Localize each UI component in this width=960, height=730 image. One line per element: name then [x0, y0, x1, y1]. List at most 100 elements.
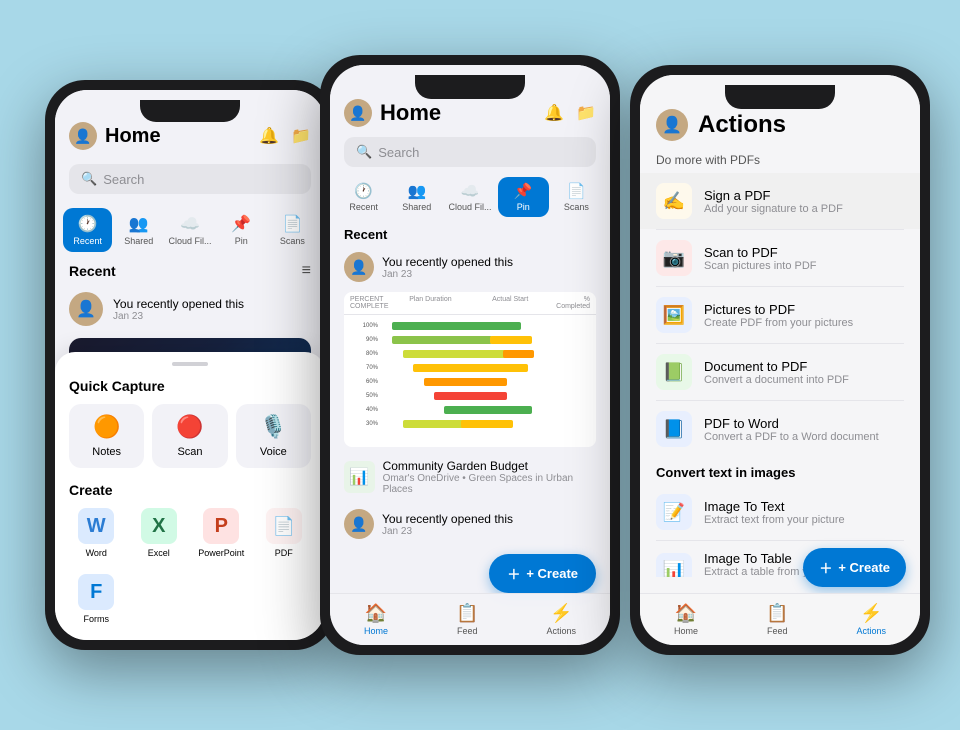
rp-create-plus: ＋: [819, 558, 832, 577]
create-pdf[interactable]: 📄 PDF: [257, 508, 312, 558]
recent-section-header: Recent ≡: [55, 256, 325, 284]
pdf-icon-box: 📄: [266, 508, 302, 544]
mid-folder-icon[interactable]: 📁: [576, 103, 596, 123]
rp-nav-feed[interactable]: 📋 Feed: [754, 599, 800, 640]
gantt-bar-8: [403, 420, 465, 428]
rp-sign-pdf[interactable]: ✍️ Sign a PDF Add your signature to a PD…: [640, 173, 920, 229]
mid-tab-recent[interactable]: 🕐 Recent: [338, 177, 389, 217]
folder-icon[interactable]: 📁: [291, 126, 311, 146]
create-forms[interactable]: F Forms: [69, 574, 124, 624]
gantt-label-4: 70%: [350, 365, 378, 371]
mid-tab-scans[interactable]: 📄 Scans: [551, 177, 602, 217]
mid-bell-icon[interactable]: 🔔: [544, 103, 564, 123]
gantt-bar-area-2: [382, 335, 590, 345]
mid-recent-item-2[interactable]: 👤 You recently opened this Jan 23: [330, 503, 610, 545]
mid-bottom-nav: 🏠 Home 📋 Feed ⚡ Actions: [330, 593, 610, 645]
gantt-row-2: 90%: [344, 333, 596, 347]
gantt-label-6: 50%: [350, 393, 378, 399]
word-label: Word: [86, 548, 107, 558]
mid-nav-actions[interactable]: ⚡ Actions: [530, 599, 592, 640]
budget-icon: 📊: [344, 461, 375, 493]
mid-cloud-icon: ☁️: [461, 182, 480, 200]
qc-notes[interactable]: 🟠 Notes: [69, 404, 144, 468]
rp-do-more-title: Do more with PDFs: [640, 149, 920, 173]
rp-scan-pdf[interactable]: 📷 Scan to PDF Scan pictures into PDF: [640, 230, 920, 286]
sign-pdf-icon-box: ✍️: [656, 183, 692, 219]
pics-pdf-title: Pictures to PDF: [704, 302, 853, 317]
mid-avatar[interactable]: 👤: [344, 99, 372, 127]
notes-icon: 🟠: [93, 414, 120, 440]
gantt-label-5: 60%: [350, 379, 378, 385]
create-powerpoint[interactable]: P PowerPoint: [194, 508, 249, 558]
pics-pdf-icon-box: 🖼️: [656, 297, 692, 333]
gantt-bar-area-7: [382, 405, 590, 415]
avatar[interactable]: 👤: [69, 122, 97, 150]
tab-pin-label: Pin: [235, 236, 248, 246]
mid-tab-shared[interactable]: 👥 Shared: [391, 177, 442, 217]
cloud-icon: ☁️: [180, 214, 200, 234]
tab-cloud[interactable]: ☁️ Cloud Fil...: [165, 208, 214, 252]
mid-tab-pin[interactable]: 📌 Pin: [498, 177, 549, 217]
mid-recent-item[interactable]: 👤 You recently opened this Jan 23: [330, 246, 610, 288]
mid-phone-notch: [415, 75, 525, 99]
search-placeholder: Search: [103, 172, 144, 187]
gantt-bar-7: [444, 406, 531, 414]
ppt-label: PowerPoint: [198, 548, 244, 558]
gantt-header: PERCENT COMPLETE Plan Duration Actual St…: [344, 292, 596, 315]
budget-item[interactable]: 📊 Community Garden Budget Omar's OneDriv…: [330, 451, 610, 503]
tab-scans[interactable]: 📄 Scans: [268, 208, 317, 252]
rp-pics-pdf[interactable]: 🖼️ Pictures to PDF Create PDF from your …: [640, 287, 920, 343]
mid-create-button[interactable]: ＋ + Create: [489, 554, 596, 593]
rp-create-button[interactable]: ＋ + Create: [803, 548, 906, 587]
mid-tab-shared-label: Shared: [402, 202, 431, 212]
img-text-icon: 📝: [663, 502, 685, 523]
mid-create-label: + Create: [526, 566, 578, 581]
mid-tab-pin-label: Pin: [517, 202, 530, 212]
sign-pdf-title: Sign a PDF: [704, 188, 843, 203]
mid-nav-home[interactable]: 🏠 Home: [348, 599, 404, 640]
rp-nav-home[interactable]: 🏠 Home: [662, 599, 710, 640]
tab-recent-label: Recent: [73, 236, 102, 246]
mid-nav-feed[interactable]: 📋 Feed: [440, 599, 494, 640]
menu-icon[interactable]: ≡: [302, 262, 311, 280]
gantt-bar-area-1: [382, 321, 590, 331]
tab-cloud-label: Cloud Fil...: [169, 236, 212, 246]
mid-tab-cloud[interactable]: ☁️ Cloud Fil...: [444, 177, 495, 217]
img-text-icon-box: 📝: [656, 494, 692, 530]
rp-home-label: Home: [674, 626, 698, 636]
tab-shared[interactable]: 👥 Shared: [114, 208, 163, 252]
rp-doc-pdf[interactable]: 📗 Document to PDF Convert a document int…: [640, 344, 920, 400]
pics-pdf-icon: 🖼️: [663, 305, 685, 326]
rp-content: Do more with PDFs ✍️ Sign a PDF Add your…: [640, 149, 920, 577]
rp-feed-label: Feed: [767, 626, 788, 636]
mid-feed-label: Feed: [457, 626, 478, 636]
rp-pdf-word[interactable]: 📘 PDF to Word Convert a PDF to a Word do…: [640, 401, 920, 457]
tab-recent[interactable]: 🕐 Recent: [63, 208, 112, 252]
mid-feed-icon: 📋: [456, 603, 478, 624]
gantt-label-7: 40%: [350, 407, 378, 413]
tab-pin[interactable]: 📌 Pin: [217, 208, 266, 252]
img-table-icon: 📊: [663, 560, 685, 577]
qc-voice[interactable]: 🎙️ Voice: [236, 404, 311, 468]
create-word[interactable]: W Word: [69, 508, 124, 558]
gantt-bar-8b: [461, 420, 513, 428]
mid-home-icon: 🏠: [365, 603, 387, 624]
scan-pdf-desc: Scan pictures into PDF: [704, 260, 817, 272]
gantt-label-8: 30%: [350, 421, 378, 427]
search-bar[interactable]: 🔍 Search: [69, 164, 311, 194]
rp-feed-icon: 📋: [766, 603, 788, 624]
mid-search-bar[interactable]: 🔍 Search: [344, 137, 596, 167]
rp-avatar[interactable]: 👤: [656, 109, 688, 141]
mid-recent-avatar: 👤: [344, 252, 374, 282]
gantt-bar-5: [424, 378, 507, 386]
rp-nav-actions[interactable]: ⚡ Actions: [844, 599, 898, 640]
quick-capture-row: 🟠 Notes 🔴 Scan 🎙️ Voice: [69, 404, 311, 468]
forms-label: Forms: [84, 614, 110, 624]
rp-img-text[interactable]: 📝 Image To Text Extract text from your p…: [640, 484, 920, 540]
recent-item[interactable]: 👤 You recently opened this Jan 23: [55, 284, 325, 334]
bell-icon[interactable]: 🔔: [259, 126, 279, 146]
create-excel[interactable]: X Excel: [132, 508, 187, 558]
qc-scan[interactable]: 🔴 Scan: [152, 404, 227, 468]
gantt-row-5: 60%: [344, 375, 596, 389]
doc-pdf-title: Document to PDF: [704, 359, 849, 374]
